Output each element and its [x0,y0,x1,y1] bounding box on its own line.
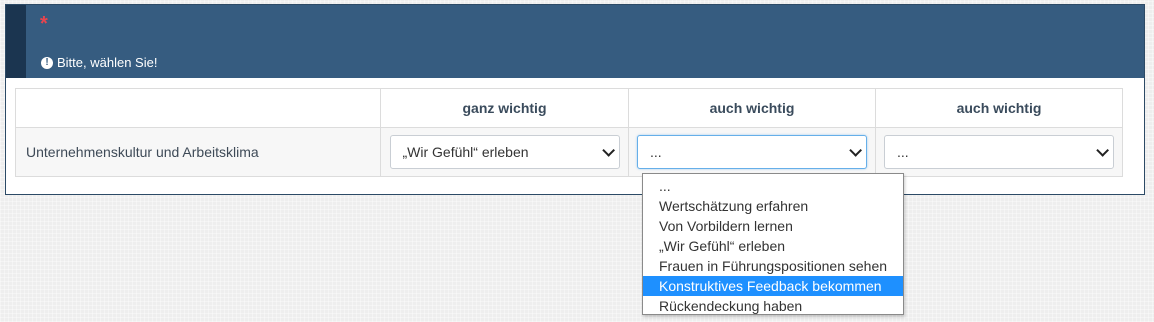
header-cell-empty [15,88,381,128]
row-label: Unternehmenskultur und Arbeitsklima [15,127,381,177]
select-auch-wichtig-2[interactable]: ... [884,135,1114,169]
chevron-down-icon [849,143,862,157]
dropdown-option[interactable]: ... [643,176,903,196]
dropdown-option[interactable]: Wertschätzung erfahren [643,196,903,216]
chevron-down-icon [1096,143,1109,157]
validation-tip: ! Bitte, wählen Sie! [41,55,157,70]
header-auch-wichtig-2: auch wichtig [875,88,1123,128]
chevron-down-icon [601,143,615,157]
dropdown-option-highlighted[interactable]: Konstruktives Feedback bekommen [643,276,903,296]
header-ganz-wichtig: ganz wichtig [380,88,629,128]
select-cell-2: ... [628,127,876,177]
validation-tip-text: Bitte, wählen Sie! [57,55,158,70]
required-marker: * [40,13,48,35]
select-dropdown-list: ... Wertschätzung erfahren Von Vorbilder… [642,173,904,315]
question-header-bar [6,5,26,78]
exclamation-circle-icon: ! [41,56,53,69]
select-value: ... [897,144,909,160]
question-header: * ! Bitte, wählen Sie! [6,5,1144,78]
select-auch-wichtig-1[interactable]: ... [637,135,867,169]
select-ganz-wichtig[interactable]: „Wir Gefühl“ erleben [389,135,620,169]
table-row: Unternehmenskultur und Arbeitsklima „Wir… [15,127,1123,177]
select-cell-3: ... [875,127,1123,177]
dropdown-option[interactable]: „Wir Gefühl“ erleben [643,236,903,256]
answer-table: ganz wichtig auch wichtig auch wichtig U… [15,88,1123,177]
select-value: „Wir Gefühl“ erleben [402,144,529,160]
dropdown-option[interactable]: Von Vorbildern lernen [643,216,903,236]
select-value: ... [650,144,662,160]
select-cell-1: „Wir Gefühl“ erleben [380,127,629,177]
header-auch-wichtig-1: auch wichtig [628,88,876,128]
header-row: ganz wichtig auch wichtig auch wichtig [15,88,1123,128]
dropdown-option[interactable]: Frauen in Führungspositionen sehen [643,256,903,276]
dropdown-option[interactable]: Rückendeckung haben [643,296,903,316]
